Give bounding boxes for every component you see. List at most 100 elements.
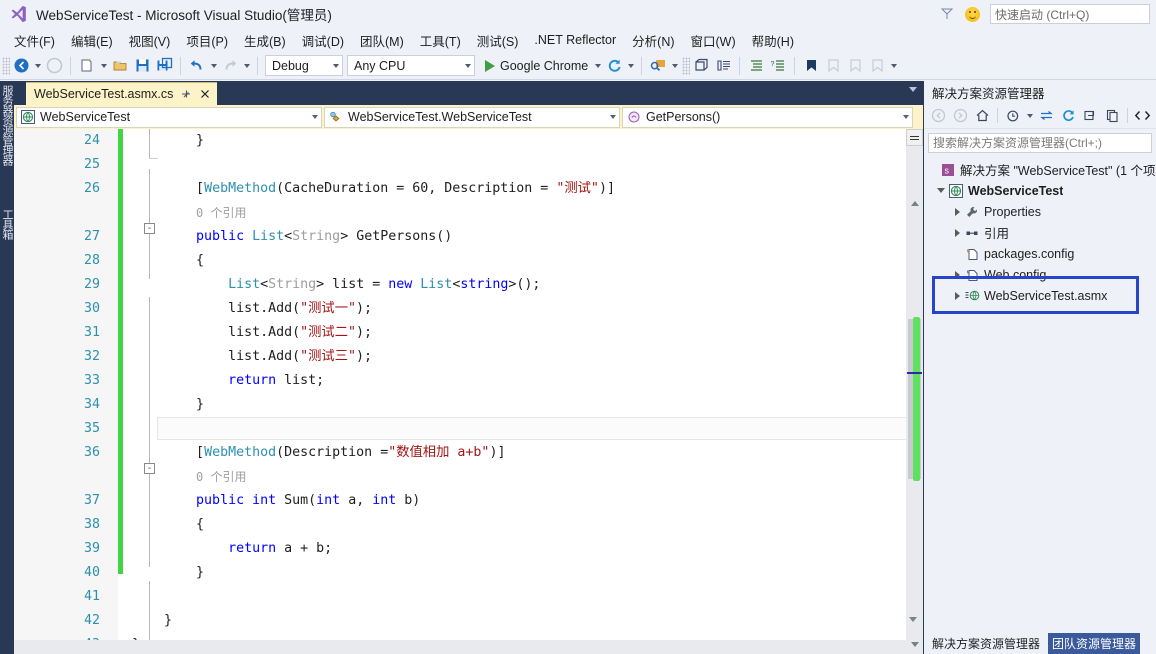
save-icon[interactable]: [131, 55, 153, 77]
twisty-closed-icon[interactable]: [950, 207, 964, 216]
new-project-dropdown[interactable]: [98, 55, 109, 77]
decrease-indent-icon[interactable]: ?: [767, 55, 789, 77]
menu-item-build[interactable]: 生成(B): [236, 29, 294, 52]
menu-item-debug[interactable]: 调试(D): [294, 29, 352, 52]
refresh-dropdown[interactable]: [625, 55, 636, 77]
refresh-icon[interactable]: [603, 55, 625, 77]
line-text: }: [132, 397, 205, 412]
code-line: 37 public int Sum(int a, int b): [14, 489, 894, 513]
sidebar-item-server-explorer[interactable]: 服务器资源管理器: [0, 85, 14, 165]
code-line: 26 [WebMethod(CacheDuration = 60, Descri…: [14, 177, 894, 201]
undo-icon[interactable]: [186, 55, 208, 77]
code-editor-surface[interactable]: - - 24 } 25 26 [WebMethod(CacheDuration …: [14, 129, 923, 654]
toolbar-separator: [70, 56, 71, 75]
navigate-forward-icon: [43, 55, 65, 77]
left-dock-strip: 服务器资源管理器 工具箱: [0, 81, 14, 654]
solution-explorer-search-input[interactable]: 搜索解决方案资源管理器(Ctrl+;): [928, 133, 1152, 153]
scroll-down-arrow[interactable]: [907, 637, 922, 652]
find-in-files-icon[interactable]: [647, 55, 669, 77]
smiley-icon[interactable]: [965, 6, 980, 22]
show-all-files-icon[interactable]: [1102, 105, 1123, 126]
home-icon[interactable]: [972, 105, 993, 126]
pending-changes-icon[interactable]: [1002, 105, 1023, 126]
menu-item-file[interactable]: 文件(F): [6, 29, 63, 52]
tree-item-label: WebServiceTest: [968, 183, 1064, 198]
start-debug-button[interactable]: Google Chrome: [481, 55, 592, 77]
increase-indent-icon[interactable]: [745, 55, 767, 77]
menu-item-team[interactable]: 团队(M): [352, 29, 412, 52]
window-title: WebServiceTest - Microsoft Visual Studio…: [36, 8, 332, 23]
solution-platform-combo[interactable]: Any CPU: [347, 55, 475, 76]
toolbar-grip[interactable]: [2, 56, 10, 75]
bookmark-icon[interactable]: [800, 55, 822, 77]
start-debug-label: Google Chrome: [500, 58, 589, 73]
menu-item-analyze[interactable]: 分析(N): [624, 29, 682, 52]
codelens-references[interactable]: 0 个引用: [132, 201, 246, 226]
twisty-closed-icon[interactable]: [950, 228, 964, 237]
line-text: [WebMethod(CacheDuration = 60, Descripti…: [132, 181, 615, 196]
line-number: 24: [83, 133, 100, 148]
document-tab-webservicetest-asmx-cs[interactable]: WebServiceTest.asmx.cs: [26, 82, 218, 105]
config-file-icon: [964, 246, 980, 262]
navigate-back-dropdown[interactable]: [32, 55, 43, 77]
code-line: 38 {: [14, 513, 894, 537]
comment-selection-icon[interactable]: [712, 55, 734, 77]
view-code-icon[interactable]: [1132, 105, 1153, 126]
line-text: {: [132, 517, 205, 532]
menu-item-window[interactable]: 窗口(W): [683, 29, 744, 52]
solution-configuration-combo[interactable]: Debug: [265, 55, 343, 76]
tree-item-packages-config[interactable]: packages.config: [924, 243, 1156, 264]
tree-item-properties[interactable]: Properties: [924, 201, 1156, 222]
pending-changes-dropdown[interactable]: [1024, 105, 1035, 127]
navbar-project-combo[interactable]: WebServiceTest: [16, 106, 322, 128]
editor-split-control[interactable]: [906, 129, 923, 146]
line-number: 39: [83, 541, 100, 556]
editor-vertical-scrollbar[interactable]: [906, 129, 923, 654]
editor-horizontal-scrollbar[interactable]: [14, 640, 906, 654]
scrollbar-change-marker: [913, 317, 920, 481]
navbar-member-combo[interactable]: GetPersons(): [622, 106, 913, 128]
code-line: 32 list.Add("测试三");: [14, 345, 894, 369]
menu-item-view[interactable]: 视图(V): [121, 29, 179, 52]
navbar-type-combo[interactable]: WebServiceTest.WebServiceTest: [324, 106, 620, 128]
navigate-back-icon[interactable]: [10, 55, 32, 77]
refresh-icon[interactable]: [1058, 105, 1079, 126]
open-file-icon[interactable]: [109, 55, 131, 77]
panel-collapse-arrow[interactable]: [906, 612, 920, 626]
line-number: 25: [83, 157, 100, 172]
undo-dropdown[interactable]: [208, 55, 219, 77]
tree-item-references[interactable]: 引用: [924, 222, 1156, 243]
start-debug-dropdown[interactable]: [592, 55, 603, 77]
redo-dropdown[interactable]: [241, 55, 252, 77]
sync-with-active-document-icon[interactable]: [1036, 105, 1057, 126]
save-all-icon[interactable]: [153, 55, 175, 77]
tab-overflow-icon[interactable]: [909, 87, 917, 92]
find-dropdown[interactable]: [669, 55, 680, 77]
document-tab-strip: WebServiceTest.asmx.cs: [14, 81, 923, 105]
twisty-open-icon[interactable]: [934, 188, 948, 193]
codelens-references[interactable]: 0 个引用: [132, 465, 246, 490]
collapse-all-icon[interactable]: [1080, 105, 1101, 126]
scroll-up-arrow[interactable]: [907, 196, 922, 211]
new-project-icon[interactable]: [76, 55, 98, 77]
line-text: list.Add("测试二");: [132, 325, 373, 340]
flag-icon[interactable]: [939, 6, 955, 22]
menu-item-net-reflector[interactable]: .NET Reflector: [526, 31, 624, 49]
sidebar-item-toolbox[interactable]: 工具箱: [0, 209, 14, 239]
toolbar-overflow-icon[interactable]: [888, 55, 899, 77]
line-text: list.Add("测试一");: [132, 301, 373, 316]
menu-item-project[interactable]: 项目(P): [178, 29, 236, 52]
pin-icon[interactable]: [180, 88, 192, 100]
menu-item-help[interactable]: 帮助(H): [744, 29, 802, 52]
tab-team-explorer[interactable]: 团队资源管理器: [1048, 633, 1141, 654]
tab-solution-explorer[interactable]: 解决方案资源管理器: [928, 633, 1044, 654]
new-window-icon[interactable]: [690, 55, 712, 77]
close-icon[interactable]: [199, 88, 211, 100]
tree-item-solution[interactable]: s 解决方案 "WebServiceTest" (1 个项: [924, 159, 1156, 180]
toolbar-grip[interactable]: [682, 56, 691, 75]
menu-item-test[interactable]: 测试(S): [469, 29, 527, 52]
menu-item-tools[interactable]: 工具(T): [412, 29, 469, 52]
tree-item-project[interactable]: WebServiceTest: [924, 180, 1156, 201]
quick-launch-input[interactable]: 快速启动 (Ctrl+Q): [990, 4, 1150, 24]
menu-item-edit[interactable]: 编辑(E): [63, 29, 121, 52]
